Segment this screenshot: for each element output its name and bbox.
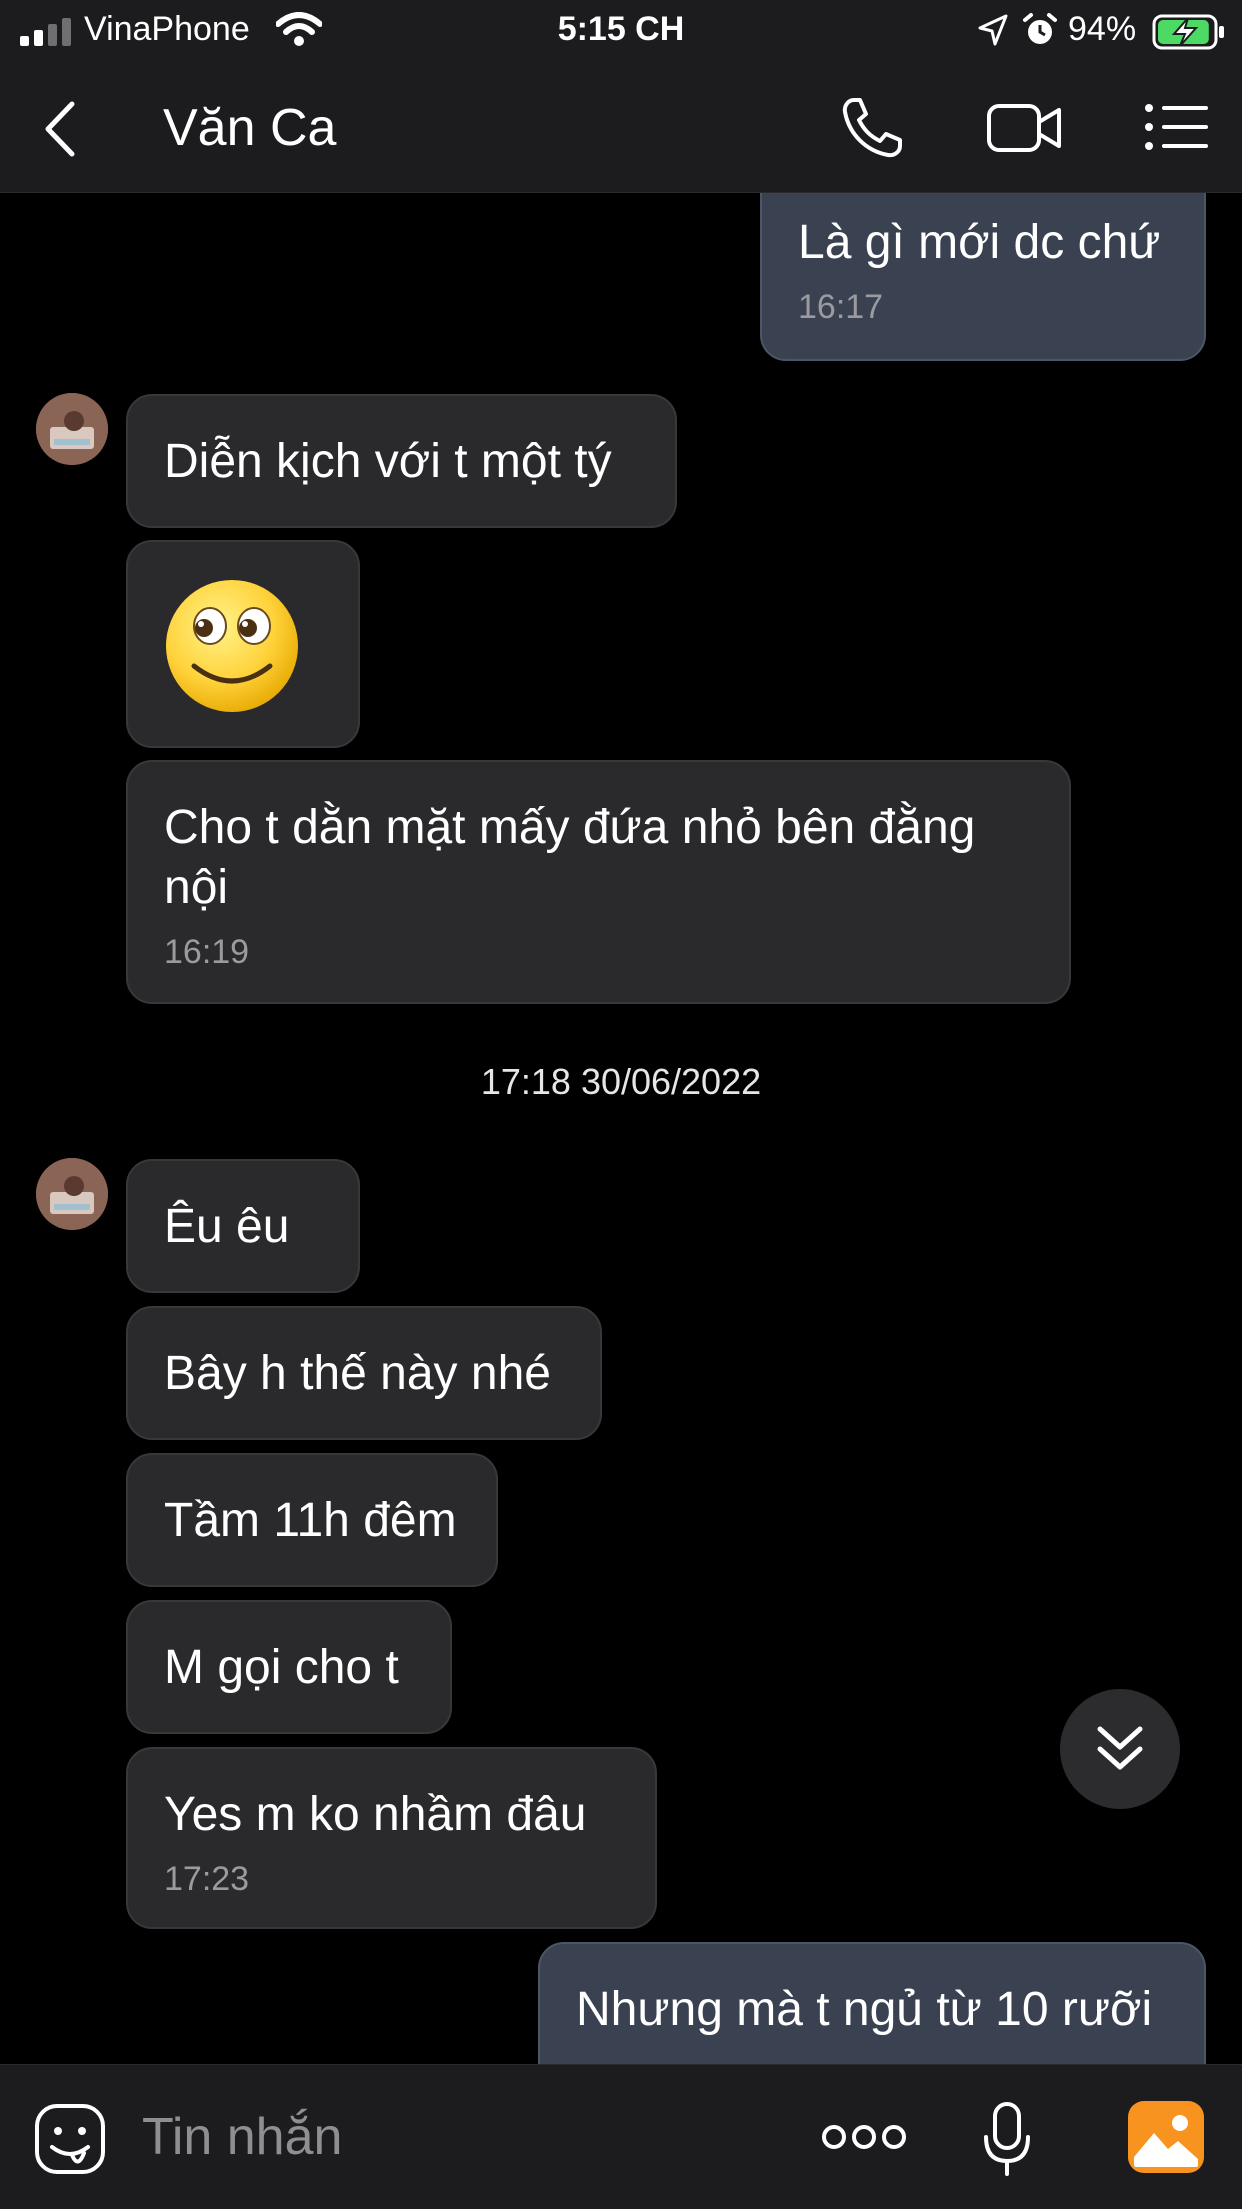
status-bar: VinaPhone 5:15 CH 94%: [0, 0, 1242, 64]
alarm-icon: [1023, 13, 1057, 44]
sticker-bubble-incoming[interactable]: [126, 540, 360, 748]
avatar-image: [36, 393, 108, 465]
smiling-face-sticker: [166, 580, 298, 712]
message-text: Êu êu: [164, 1200, 290, 1253]
chat-header: Văn Ca: [0, 64, 1242, 193]
message-text: Yes m ko nhầm đâu: [164, 1788, 587, 1841]
message-text: Bây h thế này nhé: [164, 1347, 551, 1400]
message-bubble-incoming[interactable]: Tầm 11h đêm: [126, 1453, 498, 1587]
message-text: Cho t dằn mặt mấy đứa nhỏ bên đằng nội: [164, 801, 976, 914]
message-text: Là gì mới dc chứ: [798, 216, 1161, 269]
message-input[interactable]: [142, 2105, 742, 2169]
message-time: 16:19: [164, 933, 250, 971]
message-bubble-incoming[interactable]: M gọi cho t: [126, 1600, 452, 1734]
message-bubble-incoming[interactable]: Êu êu: [126, 1159, 360, 1293]
message-text: M gọi cho t: [164, 1641, 399, 1694]
message-text: Tầm 11h đêm: [164, 1494, 457, 1547]
more-dots-icon[interactable]: [822, 2123, 906, 2151]
scroll-to-bottom-button[interactable]: [1060, 1689, 1180, 1809]
battery-percent: 94%: [1068, 10, 1137, 48]
message-bubble-outgoing[interactable]: Là gì mới dc chứ 16:17: [760, 193, 1206, 361]
date-separator: 17:18 30/06/2022: [480, 1061, 762, 1102]
avatar-image: [36, 1158, 108, 1230]
message-list[interactable]: Là gì mới dc chứ 16:17 Diễn kịch với t m…: [0, 193, 1242, 2064]
message-bubble-incoming[interactable]: Bây h thế này nhé: [126, 1306, 602, 1440]
message-time: 17:23: [164, 1860, 250, 1898]
contact-avatar[interactable]: [36, 393, 108, 465]
microphone-icon[interactable]: [982, 2101, 1032, 2177]
message-bubble-outgoing[interactable]: Nhưng mà t ngủ từ 10 rưỡi: [538, 1942, 1206, 2064]
message-bubble-incoming[interactable]: Diễn kịch với t một tý: [126, 394, 677, 528]
sticker-icon[interactable]: [34, 2103, 106, 2175]
battery-charging-icon: [1152, 14, 1224, 50]
message-bubble-incoming[interactable]: Yes m ko nhầm đâu 17:23: [126, 1747, 657, 1929]
gallery-icon[interactable]: [1128, 2101, 1204, 2173]
contact-name[interactable]: Văn Ca: [163, 98, 336, 158]
message-composer: [0, 2064, 1242, 2209]
location-icon: [978, 14, 1008, 46]
phone-icon[interactable]: [840, 96, 904, 160]
double-chevron-down-icon: [1097, 1726, 1143, 1770]
message-text: Nhưng mà t ngủ từ 10 rưỡi: [576, 1983, 1153, 2036]
contact-avatar[interactable]: [36, 1158, 108, 1230]
message-bubble-incoming[interactable]: Cho t dằn mặt mấy đứa nhỏ bên đằng nội 1…: [126, 760, 1071, 1004]
list-menu-icon[interactable]: [1144, 102, 1208, 152]
back-chevron-icon[interactable]: [40, 98, 80, 160]
message-text: Diễn kịch với t một tý: [164, 435, 612, 488]
video-camera-icon[interactable]: [986, 100, 1062, 156]
message-time: 16:17: [798, 288, 884, 326]
